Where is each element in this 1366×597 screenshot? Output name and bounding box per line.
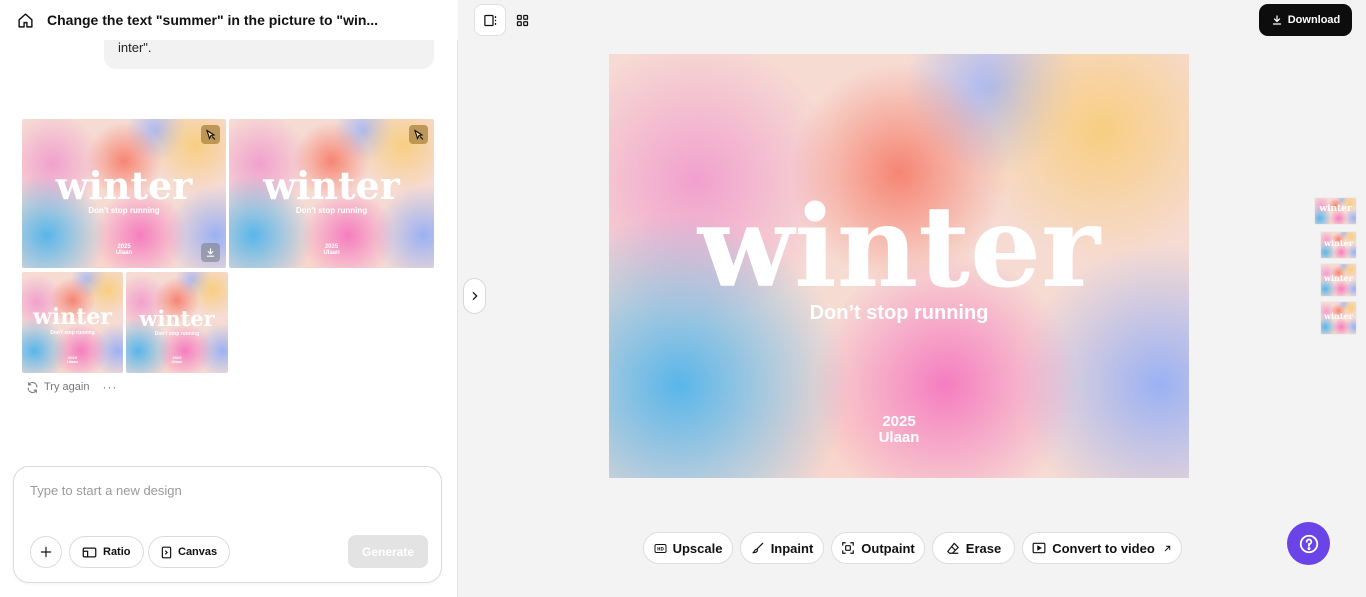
canvas-button[interactable]: Canvas: [148, 536, 231, 568]
video-icon: [1032, 542, 1046, 554]
cursor-edit-icon[interactable]: [201, 125, 220, 144]
result-thumbnail-1[interactable]: winter Don't stop running 2025 Ulaan: [22, 119, 226, 268]
single-view-button[interactable]: [474, 4, 506, 36]
outpaint-label: Outpaint: [861, 540, 915, 556]
ratio-label: Ratio: [103, 546, 131, 558]
erase-label: Erase: [965, 540, 1002, 556]
side-thumb-word: winter: [1319, 204, 1352, 214]
design-canvas[interactable]: winter Don’t stop running 2025 Ulaan: [609, 54, 1189, 478]
page-title: Change the text "summer" in the picture …: [47, 12, 379, 28]
eraser-icon: [946, 541, 960, 555]
thumb-tagline: Don't stop running: [88, 206, 160, 215]
inpaint-button[interactable]: Inpaint: [740, 532, 824, 564]
download-icon: [1271, 14, 1283, 26]
cursor-edit-icon[interactable]: [409, 125, 428, 144]
try-again-button[interactable]: Try again: [44, 381, 89, 393]
thumb-name: Ulaan: [67, 359, 78, 365]
download-button[interactable]: Download: [1259, 4, 1352, 36]
generate-button[interactable]: Generate: [348, 535, 428, 568]
canvas-label: Canvas: [178, 546, 218, 558]
outpaint-icon: [841, 541, 855, 555]
canvas-year: 2025: [882, 413, 916, 430]
outpaint-button[interactable]: Outpaint: [831, 532, 925, 564]
canvas-name: Ulaan: [878, 428, 920, 446]
thumb-tagline: Don't stop running: [50, 330, 95, 336]
download-icon[interactable]: [201, 243, 220, 262]
refresh-icon: [26, 381, 39, 394]
upscale-icon: HD: [654, 543, 667, 554]
result-thumbnail-3[interactable]: winter Don't stop running 2025 Ulaan: [22, 272, 123, 373]
side-thumbnail-2[interactable]: winter: [1320, 231, 1357, 259]
home-icon[interactable]: [16, 11, 34, 29]
grid-view-button[interactable]: [506, 4, 538, 36]
canvas-icon: [161, 546, 172, 559]
expand-panel-button[interactable]: [463, 278, 486, 314]
side-thumb-word: winter: [1324, 311, 1353, 321]
thumb-name: Ulaan: [323, 250, 340, 257]
thumb-word: winter: [139, 306, 215, 331]
result-thumbnail-4[interactable]: winter Don't stop running 2025 Ulaan: [126, 272, 228, 373]
side-thumbnail-4[interactable]: winter: [1320, 301, 1357, 335]
canvas-word: winter: [697, 182, 1101, 313]
external-link-icon: [1163, 544, 1172, 553]
thumb-word: winter: [263, 163, 400, 208]
user-message-text: inter".: [118, 40, 152, 55]
thumb-name: Ulaan: [171, 359, 183, 365]
side-thumb-word: winter: [1324, 238, 1353, 248]
ratio-button[interactable]: Ratio: [69, 536, 144, 568]
chat-header: Change the text "summer" in the picture …: [0, 0, 458, 40]
add-button[interactable]: [30, 536, 62, 568]
side-thumb-word: winter: [1324, 273, 1353, 283]
more-options-icon[interactable]: ···: [102, 380, 117, 394]
result-thumbnail-2[interactable]: winter Don't stop running 2025 Ulaan: [229, 119, 434, 268]
upscale-button[interactable]: HD Upscale: [643, 532, 733, 564]
brush-icon: [751, 541, 765, 555]
canvas-tagline: Don’t stop running: [809, 302, 989, 324]
thumb-tagline: Don't stop running: [154, 331, 200, 337]
side-thumbnail-1[interactable]: winter: [1314, 197, 1357, 225]
upscale-label: Upscale: [672, 540, 723, 556]
help-icon[interactable]: [1287, 522, 1330, 565]
thumb-word: winter: [32, 304, 113, 330]
inpaint-label: Inpaint: [770, 540, 814, 556]
thumb-tagline: Don't stop running: [295, 206, 368, 215]
thumb-name: Ulaan: [115, 250, 133, 257]
erase-button[interactable]: Erase: [932, 532, 1015, 564]
prompt-input[interactable]: Type to start a new design: [30, 483, 182, 498]
convert-to-video-button[interactable]: Convert to video: [1022, 532, 1182, 564]
svg-text:HD: HD: [657, 546, 664, 551]
ratio-icon: [82, 546, 97, 559]
thumb-word: winter: [55, 163, 193, 208]
side-thumbnail-3[interactable]: winter: [1320, 263, 1357, 297]
chat-panel: inter". Change the text "summer" in the …: [0, 0, 458, 597]
try-again-row: Try again ···: [26, 380, 117, 394]
convert-label: Convert to video: [1052, 540, 1155, 556]
prompt-composer: Type to start a new design Ratio Canvas …: [13, 466, 442, 583]
download-label: Download: [1287, 14, 1341, 26]
